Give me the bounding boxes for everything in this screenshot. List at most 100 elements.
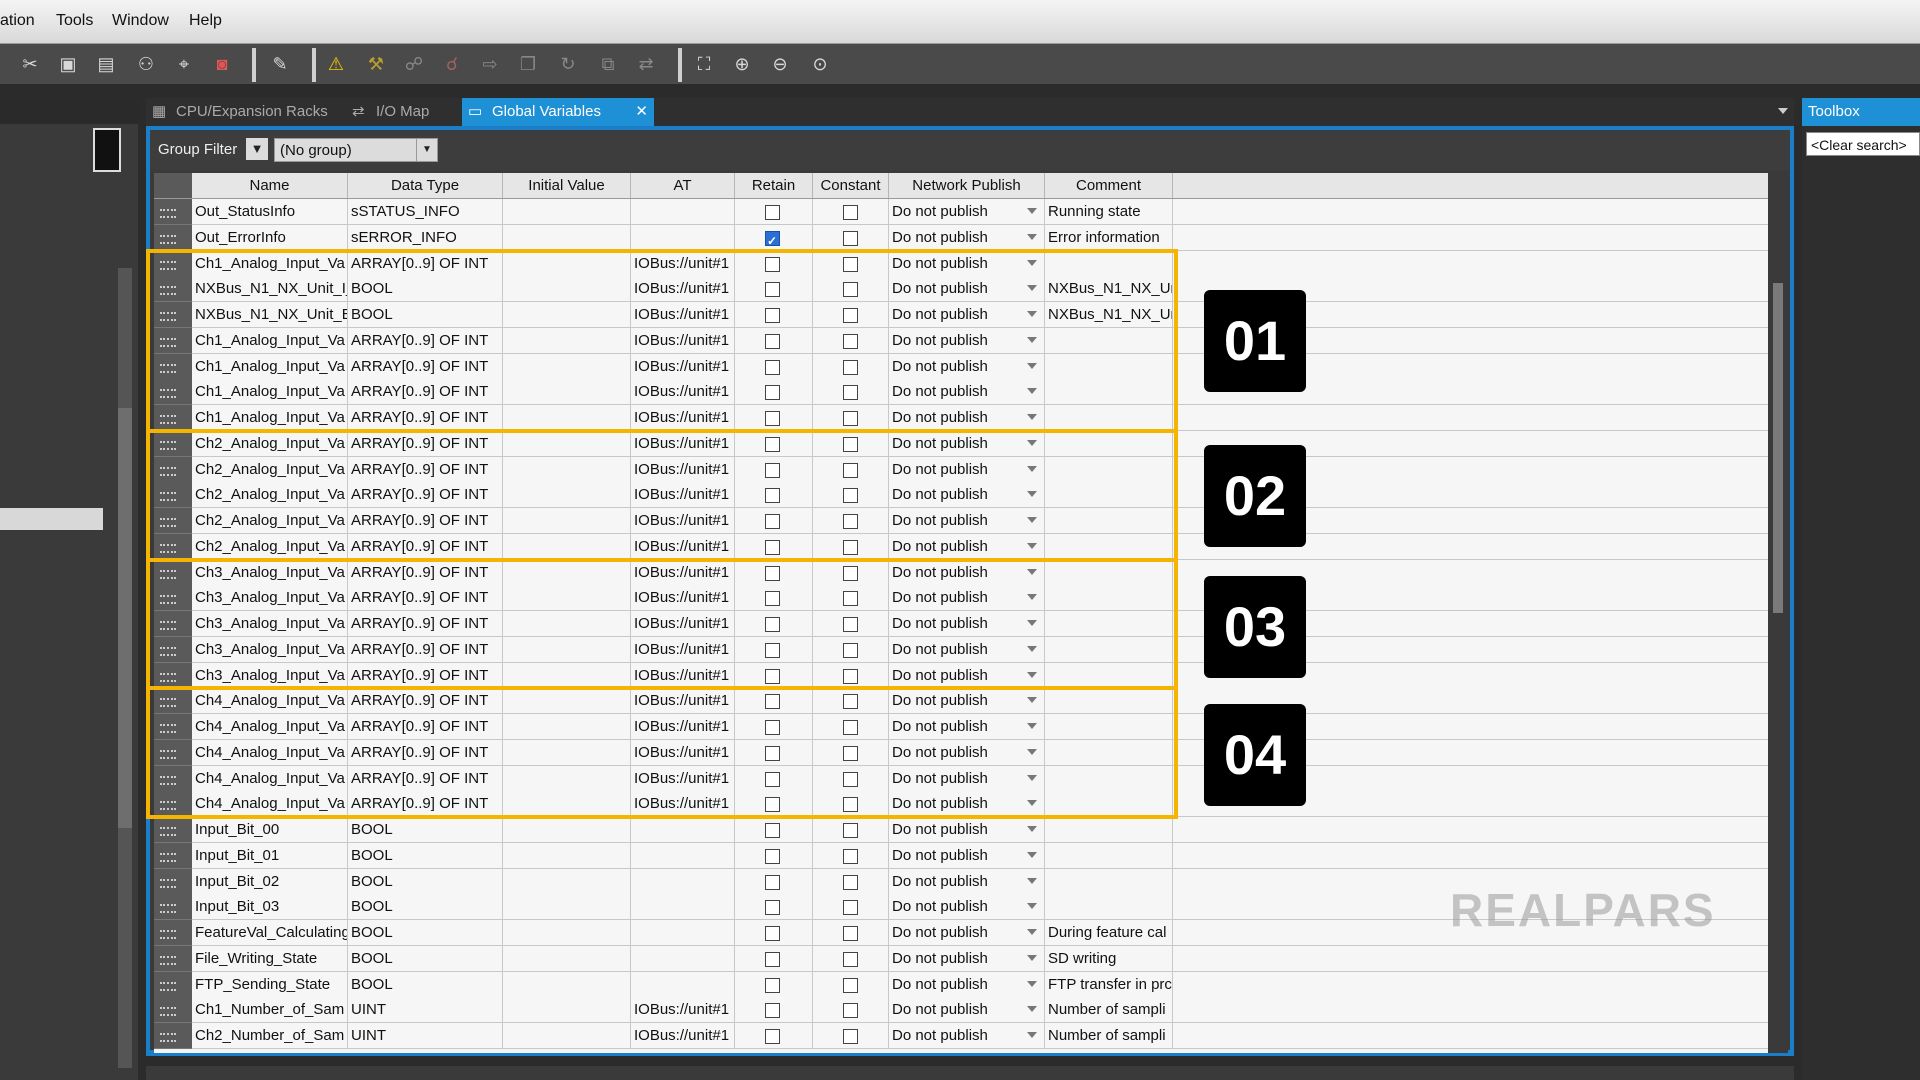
at-cell[interactable] — [631, 868, 735, 895]
chevron-down-icon[interactable] — [1027, 851, 1037, 858]
variable-name-cell[interactable]: Ch1_Number_of_Sam — [192, 997, 348, 1024]
menu-simulation[interactable]: ation — [0, 12, 35, 30]
edit-icon[interactable]: ✎ — [266, 50, 294, 78]
toolbox-search[interactable]: <Clear search> — [1806, 132, 1920, 156]
menu-help[interactable]: Help — [189, 12, 222, 30]
network-publish-cell[interactable]: Do not publish — [889, 920, 1045, 946]
column-header[interactable]: Data Type — [348, 173, 503, 198]
row-handle[interactable] — [154, 945, 192, 972]
data-type-cell[interactable]: sERROR_INFO — [348, 224, 503, 251]
at-cell[interactable] — [631, 920, 735, 946]
table-icon[interactable]: ▤ — [92, 50, 120, 78]
chevron-down-icon[interactable] — [1027, 1006, 1037, 1013]
offline-icon[interactable]: ☌ — [438, 50, 466, 78]
at-cell[interactable] — [631, 894, 735, 921]
fit-icon[interactable]: ⛶ — [690, 50, 718, 78]
at-cell[interactable]: IOBus://unit#1 — [631, 997, 735, 1024]
close-icon[interactable]: ✕ — [635, 98, 648, 126]
chevron-down-icon[interactable]: ▼ — [416, 139, 437, 161]
build-icon[interactable]: ⚒ — [362, 50, 390, 78]
initial-value-cell[interactable] — [503, 868, 631, 895]
retain-checkbox[interactable] — [765, 874, 780, 890]
network-publish-cell[interactable]: Do not publish — [889, 817, 1045, 843]
comment-cell[interactable] — [1045, 868, 1173, 895]
column-header[interactable]: Retain — [735, 173, 813, 198]
variable-name-cell[interactable]: Input_Bit_03 — [192, 894, 348, 921]
table-row[interactable]: Ch2_Number_of_Sam UINT IOBus://unit#1 Do no… — [154, 1023, 1770, 1049]
retain-checkbox[interactable] — [765, 977, 780, 993]
network-publish-cell[interactable]: Do not publish — [889, 199, 1045, 225]
online-icon[interactable]: ☍ — [400, 50, 428, 78]
initial-value-cell[interactable] — [503, 920, 631, 946]
comment-cell[interactable] — [1045, 817, 1173, 843]
menu-tools[interactable]: Tools — [56, 12, 93, 30]
constant-checkbox[interactable] — [843, 977, 858, 993]
retain-checkbox[interactable] — [765, 229, 780, 250]
data-type-cell[interactable]: sSTATUS_INFO — [348, 199, 503, 225]
comment-cell[interactable] — [1045, 894, 1173, 921]
variable-name-cell[interactable]: FeatureVal_Calculating — [192, 920, 348, 946]
retain-checkbox[interactable] — [765, 823, 780, 838]
variable-name-cell[interactable]: Input_Bit_02 — [192, 868, 348, 895]
table-row[interactable]: Input_Bit_01 BOOL Do not publish — [154, 842, 1770, 869]
table-row[interactable]: Out_StatusInfo sSTATUS_INFO Do not publish… — [154, 199, 1770, 225]
compare-icon[interactable]: ⧉ — [594, 50, 622, 78]
initial-value-cell[interactable] — [503, 1023, 631, 1049]
variable-name-cell[interactable]: Ch2_Number_of_Sam — [192, 1023, 348, 1049]
retain-checkbox[interactable] — [765, 1029, 780, 1044]
column-header[interactable]: AT — [631, 173, 735, 198]
stop-icon[interactable]: ◙ — [208, 50, 236, 78]
network-publish-cell[interactable]: Do not publish — [889, 224, 1045, 251]
row-handle[interactable] — [154, 920, 192, 946]
comment-cell[interactable]: Number of sampli — [1045, 997, 1173, 1024]
retain-checkbox[interactable] — [765, 1003, 780, 1019]
constant-checkbox[interactable] — [843, 874, 858, 890]
constant-checkbox[interactable] — [843, 1029, 858, 1044]
chevron-down-icon[interactable] — [1027, 929, 1037, 935]
constant-checkbox[interactable] — [843, 951, 858, 967]
initial-value-cell[interactable] — [503, 945, 631, 972]
table-row[interactable]: Ch1_Number_of_Sam UINT IOBus://unit#1 Do no… — [154, 997, 1770, 1024]
variable-name-cell[interactable]: Input_Bit_00 — [192, 817, 348, 843]
initial-value-cell[interactable] — [503, 997, 631, 1024]
tab-global-variables[interactable]: ▭ Global Variables ✕ — [462, 98, 654, 126]
row-handle[interactable] — [154, 842, 192, 869]
network-publish-cell[interactable]: Do not publish — [889, 945, 1045, 972]
warning-icon[interactable]: ⚠ — [322, 50, 350, 78]
constant-checkbox[interactable] — [843, 1003, 858, 1019]
at-cell[interactable] — [631, 842, 735, 869]
data-type-cell[interactable]: BOOL — [348, 817, 503, 843]
row-handle[interactable] — [154, 817, 192, 843]
retain-checkbox[interactable] — [765, 951, 780, 967]
data-type-cell[interactable]: UINT — [348, 1023, 503, 1049]
comment-cell[interactable] — [1045, 842, 1173, 869]
tab-cpu-expansion-racks[interactable]: ▦ CPU/Expansion Racks — [146, 98, 376, 126]
at-cell[interactable] — [631, 971, 735, 998]
data-type-cell[interactable]: BOOL — [348, 868, 503, 895]
chevron-down-icon[interactable] — [1027, 233, 1037, 240]
row-handle[interactable] — [154, 894, 192, 921]
initial-value-cell[interactable] — [503, 817, 631, 843]
constant-checkbox[interactable] — [843, 205, 858, 220]
sync-icon[interactable]: ⇄ — [632, 50, 660, 78]
data-type-cell[interactable]: BOOL — [348, 971, 503, 998]
table-scrollbar[interactable] — [1768, 173, 1788, 1053]
transfer-icon[interactable]: ⇨ — [476, 50, 504, 78]
chevron-down-icon[interactable] — [1027, 1032, 1037, 1038]
binoculars-icon[interactable]: ⌖ — [170, 50, 198, 78]
initial-value-cell[interactable] — [503, 842, 631, 869]
constant-checkbox[interactable] — [843, 900, 858, 916]
zoom-reset-icon[interactable]: ⊙ — [806, 50, 834, 78]
retain-checkbox[interactable] — [765, 900, 780, 916]
chevron-down-icon[interactable] — [1027, 903, 1037, 910]
window-icon[interactable]: ▣ — [54, 50, 82, 78]
retain-checkbox[interactable] — [765, 848, 780, 864]
row-handle[interactable] — [154, 868, 192, 895]
column-header[interactable]: Constant — [813, 173, 889, 198]
initial-value-cell[interactable] — [503, 971, 631, 998]
row-handle[interactable] — [154, 224, 192, 251]
network-icon[interactable]: ⚇ — [132, 50, 160, 78]
constant-checkbox[interactable] — [843, 926, 858, 941]
retain-checkbox[interactable] — [765, 926, 780, 941]
data-type-cell[interactable]: BOOL — [348, 842, 503, 869]
